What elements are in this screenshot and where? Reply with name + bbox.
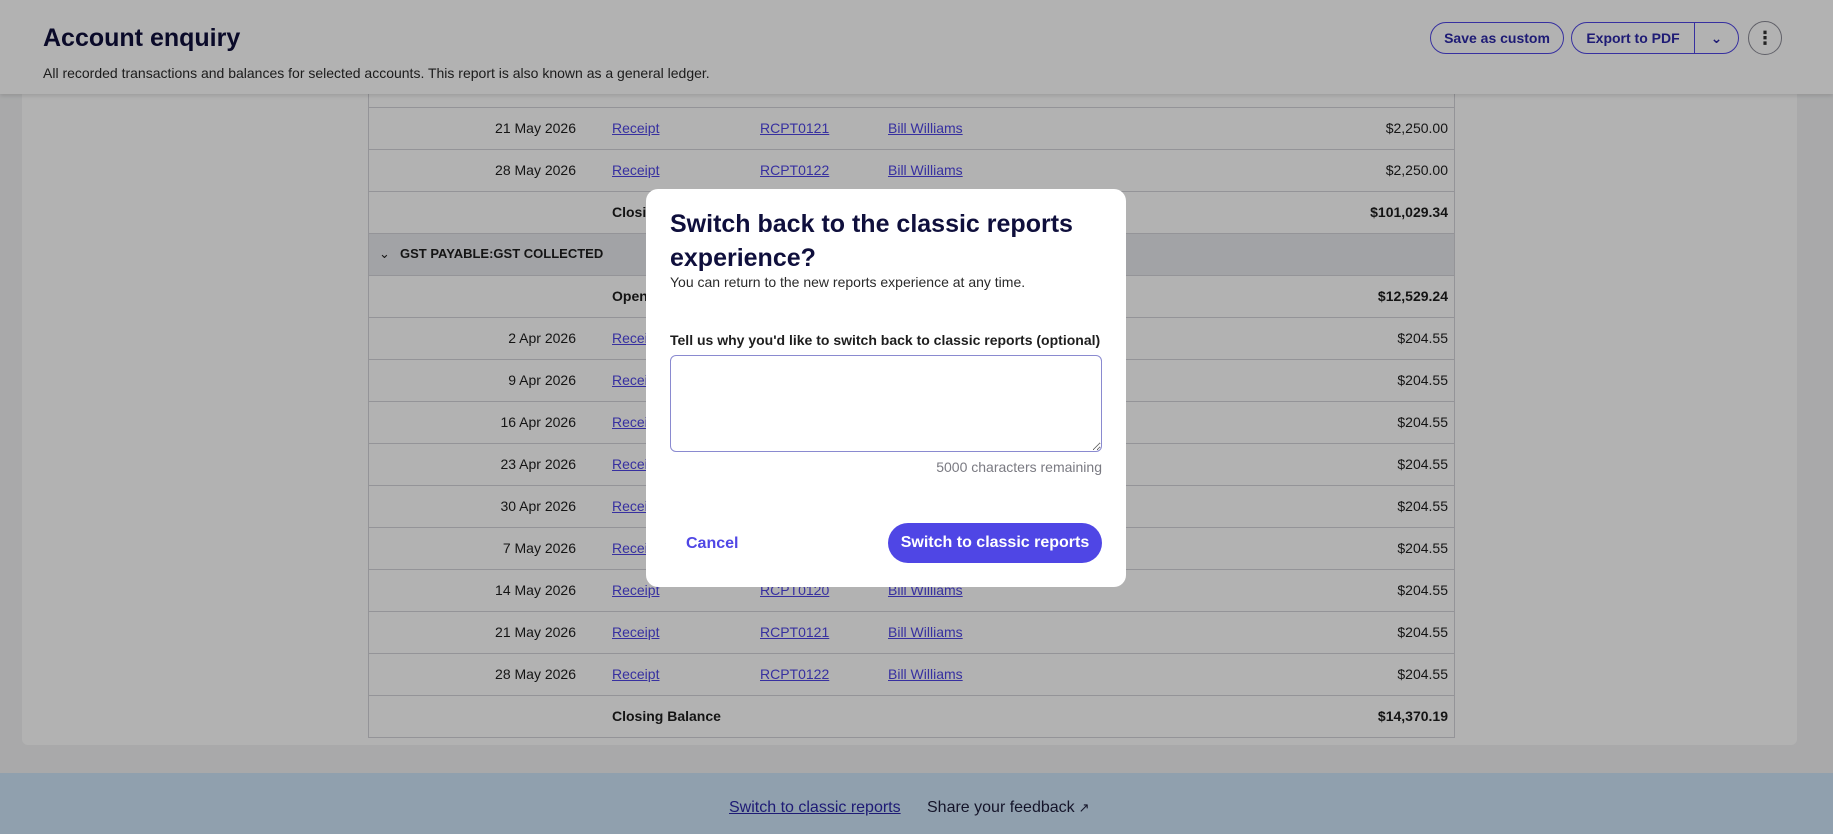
dialog-subtitle: You can return to the new reports experi…	[670, 274, 1026, 290]
reason-textarea[interactable]	[670, 355, 1102, 452]
reason-field-label: Tell us why you'd like to switch back to…	[670, 332, 1101, 348]
dialog-title: Switch back to the classic reports exper…	[670, 210, 1073, 272]
character-count: 5000 characters remaining	[936, 459, 1102, 475]
cancel-button[interactable]: Cancel	[686, 535, 738, 553]
switch-to-classic-dialog: Switch back to the classic reports exper…	[646, 189, 1126, 587]
switch-to-classic-button[interactable]: Switch to classic reports	[888, 523, 1102, 563]
